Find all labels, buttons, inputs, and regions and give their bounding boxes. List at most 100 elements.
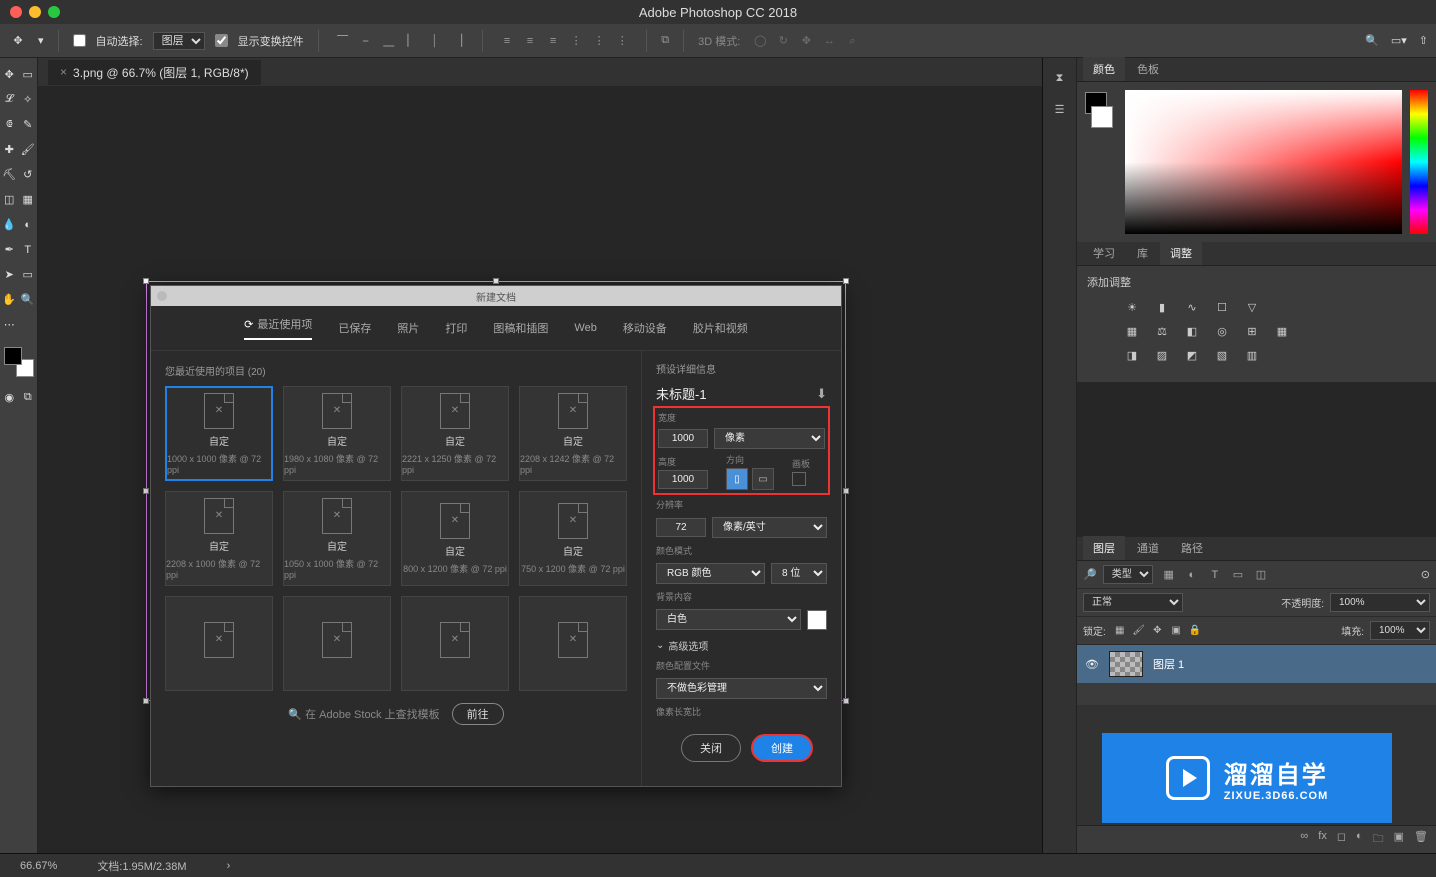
preset-item[interactable]: ✕ [519,596,627,691]
new-group-icon[interactable]: 🗀 [1373,830,1384,849]
tab-film[interactable]: 胶片和视频 [693,316,748,340]
dodge-tool[interactable]: ◐ [19,212,38,237]
close-button[interactable]: 关闭 [681,734,741,762]
distribute-left-icon[interactable]: ⋮ [566,30,586,50]
filter-kind-select[interactable]: 类型 [1103,565,1153,584]
foreground-swatch[interactable] [4,347,22,365]
delete-layer-icon[interactable]: 🗑 [1414,830,1428,849]
advanced-toggle[interactable]: ⌄高级选项 [656,638,827,653]
blend-mode-select[interactable]: 正常 [1083,593,1183,612]
distribute-hcenter-icon[interactable]: ⋮ [589,30,609,50]
dialog-titlebar[interactable]: 新建文档 [151,286,841,306]
preset-item[interactable]: ✕自定800 x 1200 像素 @ 72 ppi [401,491,509,586]
hue-icon[interactable]: ▦ [1123,322,1141,340]
layer-row[interactable]: 👁 图层 1 [1077,645,1436,683]
status-zoom[interactable]: 66.67% [20,860,57,872]
tab-recent[interactable]: ⟳ 最近使用项 [244,316,312,340]
more-tools[interactable]: ⋯ [0,312,19,337]
resolution-input[interactable] [656,518,706,537]
eyedropper-tool[interactable]: ✎ [19,112,38,137]
layer-thumbnail[interactable] [1109,651,1143,677]
preset-item[interactable]: ✕ [165,596,273,691]
filter-shape-icon[interactable]: ▭ [1230,566,1246,582]
posterize-icon[interactable]: ▨ [1153,346,1171,364]
preset-item[interactable]: ✕自定750 x 1200 像素 @ 72 ppi [519,491,627,586]
bw-icon[interactable]: ◧ [1183,322,1201,340]
stock-search[interactable]: 🔍 在 Adobe Stock 上查找模板 [288,706,439,722]
layer-name[interactable]: 图层 1 [1153,656,1184,672]
layer-fx-icon[interactable]: fx [1318,830,1327,849]
width-input[interactable] [658,429,708,448]
hue-strip[interactable] [1410,90,1428,234]
bit-depth-select[interactable]: 8 位 [771,563,827,584]
background-color-swatch[interactable] [807,610,827,630]
move-tool[interactable]: ✥ [0,62,19,87]
screenmode-tool[interactable]: ⧉ [19,385,38,410]
close-tab-icon[interactable]: × [60,65,67,79]
orientation-portrait[interactable]: ▯ [726,468,748,490]
handle-br[interactable] [843,698,849,704]
tab-learn[interactable]: 学习 [1083,241,1125,265]
height-input[interactable] [658,470,708,489]
align-vcenter-icon[interactable]: ⎯ [356,31,376,51]
share-icon[interactable]: ⇧ [1419,34,1428,47]
handle-l[interactable] [143,488,149,494]
create-button[interactable]: 创建 [751,734,813,762]
background-select[interactable]: 白色 [656,609,801,630]
tab-adjustments[interactable]: 调整 [1160,241,1202,265]
artboard-checkbox[interactable] [792,472,806,486]
history-panel-icon[interactable]: ⧗ [1056,72,1064,85]
lut-icon[interactable]: ▦ [1273,322,1291,340]
distribute-top-icon[interactable]: ≡ [497,31,517,51]
handle-t[interactable] [493,278,499,284]
history-brush-tool[interactable]: ↺ [19,162,38,187]
preset-item[interactable]: ✕自定1000 x 1000 像素 @ 72 ppi [165,386,273,481]
close-window-button[interactable] [10,6,22,18]
width-unit-select[interactable]: 像素 [714,428,825,449]
document-tab[interactable]: × 3.png @ 66.7% (图层 1, RGB/8*) [48,60,261,85]
align-hcenter-icon[interactable]: │ [425,31,445,51]
preset-item[interactable]: ✕ [401,596,509,691]
curves-icon[interactable]: ∿ [1183,298,1201,316]
properties-panel-icon[interactable]: ☰ [1055,103,1065,116]
status-chevron-icon[interactable]: › [227,860,231,872]
distribute-bottom-icon[interactable]: ≡ [543,31,563,51]
tab-color[interactable]: 颜色 [1083,57,1125,81]
eraser-tool[interactable]: ◫ [0,187,19,212]
lock-pixels-icon[interactable]: 🖌 [1131,625,1147,636]
type-tool[interactable]: T [19,237,38,262]
shape-tool[interactable]: ▭ [19,262,38,287]
opacity-select[interactable]: 100% [1330,593,1430,612]
tab-swatches[interactable]: 色板 [1127,57,1169,81]
preset-item[interactable]: ✕自定2208 x 1242 像素 @ 72 ppi [519,386,627,481]
tab-layers[interactable]: 图层 [1083,536,1125,560]
overlap-icon[interactable]: ⧉ [661,34,669,47]
distribute-vcenter-icon[interactable]: ≡ [520,31,540,51]
layer-mask-icon[interactable]: ◻ [1337,830,1346,849]
lock-all-icon[interactable]: 🔒 [1187,625,1203,636]
handle-tr[interactable] [843,278,849,284]
handle-bl[interactable] [143,698,149,704]
tab-paths[interactable]: 路径 [1171,536,1213,560]
marquee-tool[interactable]: ▭ [19,62,38,87]
tab-photo[interactable]: 照片 [397,316,419,340]
lasso-tool[interactable]: 𝓛 [0,87,19,112]
preset-item[interactable]: ✕自定2208 x 1000 像素 @ 72 ppi [165,491,273,586]
hand-tool[interactable]: ✋ [0,287,19,312]
zoom-tool[interactable]: 🔍 [19,287,38,312]
canvas[interactable]: 新建文档 ⟳ 最近使用项 已保存 照片 打印 图稿和插图 Web 移动设备 胶片… [38,86,1042,853]
tab-art[interactable]: 图稿和插图 [493,316,548,340]
visibility-icon[interactable]: 👁 [1085,658,1099,671]
align-bottom-icon[interactable]: ⎽ [379,31,399,51]
dialog-close-dot[interactable] [157,291,167,301]
invert-icon[interactable]: ◨ [1123,346,1141,364]
balance-icon[interactable]: ⚖ [1153,322,1171,340]
tab-print[interactable]: 打印 [445,316,467,340]
brush-tool[interactable]: 🖌 [19,137,38,162]
fill-select[interactable]: 100% [1370,621,1430,640]
handle-tl[interactable] [143,278,149,284]
channel-mixer-icon[interactable]: ⊞ [1243,322,1261,340]
align-right-icon[interactable]: ▕ [448,30,468,50]
magic-wand-tool[interactable]: ✧ [19,87,38,112]
preset-item[interactable]: ✕自定1050 x 1000 像素 @ 72 ppi [283,491,391,586]
